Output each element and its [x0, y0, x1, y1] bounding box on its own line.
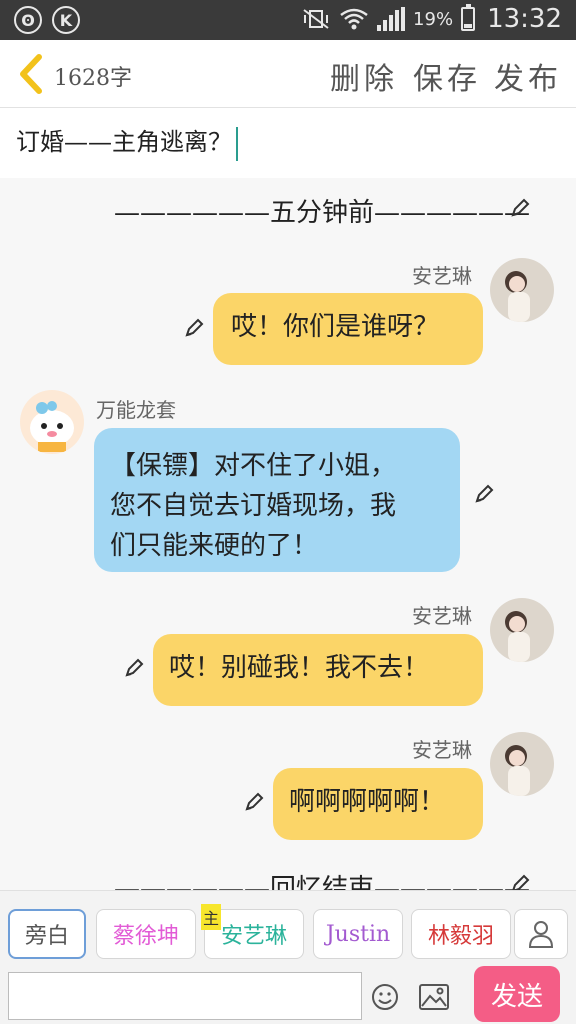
weibo-icon: ʘ: [14, 6, 42, 34]
add-role-button[interactable]: [514, 909, 568, 959]
message-bubble[interactable]: 【保镖】对不住了小姐， 您不自觉去订婚现场，我 们只能来硬的了！: [94, 428, 460, 572]
role-selector-bar: 旁白 蔡徐坤 主 安艺琳 Justin 林毅羽: [0, 890, 576, 970]
chapter-title[interactable]: 订婚——主角逃离？: [16, 122, 238, 161]
message-bubble[interactable]: 哎！你们是谁呀？: [213, 293, 483, 365]
title-field[interactable]: 订婚——主角逃离？: [0, 108, 576, 170]
text-cursor: [236, 126, 238, 161]
message-input[interactable]: [8, 972, 362, 1020]
main-character-badge: 主: [201, 904, 222, 930]
word-count: 1628字: [54, 66, 132, 91]
role-lin-yiyu-button[interactable]: 林毅羽: [411, 909, 511, 959]
image-icon[interactable]: [418, 982, 450, 1012]
save-button[interactable]: 保存: [413, 54, 481, 98]
top-bar: 1628字 删除 保存 发布: [0, 40, 576, 108]
message-sender: 安艺琳: [412, 604, 472, 628]
input-bar: 发送: [0, 966, 576, 1024]
divider-five-minutes-ago: ——————五分钟前——————: [114, 198, 531, 228]
signal-icon: [377, 7, 406, 31]
divider-memory-end: ——————回忆结束——————: [114, 874, 531, 890]
message-sender: 安艺琳: [412, 738, 472, 762]
k-icon: K: [52, 6, 80, 34]
message-sender: 万能龙套: [96, 398, 176, 422]
delete-button[interactable]: 删除: [330, 54, 398, 98]
battery-percent: 19%: [413, 8, 454, 30]
avatar-an-yilin[interactable]: [490, 732, 554, 796]
publish-button[interactable]: 发布: [494, 54, 562, 98]
message-bubble[interactable]: 哎！别碰我！我不去！: [153, 634, 483, 706]
pencil-icon[interactable]: [242, 790, 266, 814]
wifi-icon: [340, 8, 368, 30]
role-justin-button[interactable]: Justin: [313, 909, 403, 959]
pencil-icon[interactable]: [182, 316, 206, 340]
cute-mascot-icon: [20, 390, 84, 454]
mute-vibrate-icon: [303, 9, 329, 29]
status-bar: ʘ K 19% 13:32: [0, 0, 576, 40]
person-icon: [528, 921, 554, 948]
status-time: 13:32: [487, 4, 562, 34]
message-sender: 安艺琳: [412, 264, 472, 288]
girl-portrait-icon: [490, 598, 554, 662]
girl-portrait-icon: [490, 732, 554, 796]
back-button[interactable]: [12, 50, 48, 98]
role-an-yilin-button[interactable]: 主 安艺琳: [201, 904, 304, 959]
role-cai-xukun-button[interactable]: 蔡徐坤: [96, 909, 196, 959]
message-bubble[interactable]: 啊啊啊啊啊！: [273, 768, 483, 840]
pencil-icon[interactable]: [508, 196, 532, 220]
role-narrator-button[interactable]: 旁白: [8, 909, 86, 959]
pencil-icon[interactable]: [122, 656, 146, 680]
pencil-icon[interactable]: [472, 482, 496, 506]
emoji-icon[interactable]: [370, 982, 400, 1012]
battery-icon: [461, 4, 476, 31]
girl-portrait-icon: [490, 258, 554, 322]
avatar-an-yilin[interactable]: [490, 598, 554, 662]
pencil-icon[interactable]: [508, 872, 532, 890]
chat-area[interactable]: ——————五分钟前—————— 安艺琳 哎！你们是谁呀？ 万能龙套 【保镖】对…: [0, 178, 576, 890]
avatar-an-yilin[interactable]: [490, 258, 554, 322]
chevron-left-icon: [20, 54, 42, 94]
send-button[interactable]: 发送: [474, 966, 560, 1022]
avatar-wanneng-longtao[interactable]: [20, 390, 84, 454]
